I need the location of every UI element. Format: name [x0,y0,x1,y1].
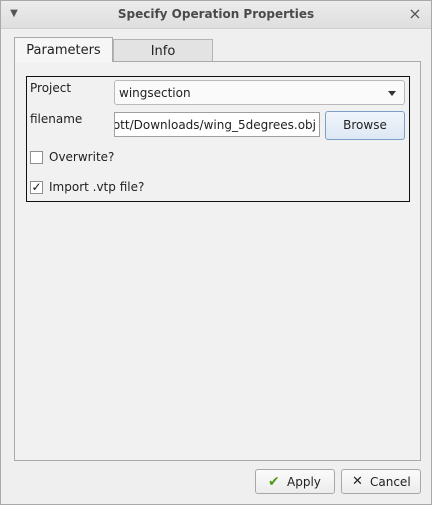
import-vtp-checkbox[interactable]: ✓ [30,181,43,194]
window-title: Specify Operation Properties [117,7,315,21]
project-label: Project [30,81,72,95]
cancel-label: Cancel [370,475,411,489]
checkmark-icon: ✔ [268,474,280,490]
cancel-button[interactable]: ✕ Cancel [341,469,421,494]
overwrite-checkbox[interactable] [30,151,43,164]
filename-field[interactable]: llott/Downloads/wing_5degrees.obj [114,112,320,137]
title-bar: ▼ Specify Operation Properties × [1,1,431,29]
project-combobox[interactable]: wingsection [114,80,405,105]
chevron-down-icon [388,91,396,96]
apply-button[interactable]: ✔ Apply [255,469,335,494]
close-icon[interactable]: × [407,5,423,23]
dialog-window: ▼ Specify Operation Properties × Paramet… [0,0,432,505]
filename-value: llott/Downloads/wing_5degrees.obj [114,118,316,132]
browse-button[interactable]: Browse [325,111,405,140]
parameters-tab-pane: Project wingsection filename llott/Downl… [14,61,421,461]
overwrite-label: Overwrite? [49,150,115,164]
import-vtp-label: Import .vtp file? [49,180,145,194]
apply-label: Apply [287,475,321,489]
tab-info[interactable]: Info [113,39,213,62]
parameters-group: Project wingsection filename llott/Downl… [26,76,410,202]
x-icon: ✕ [352,474,363,489]
project-value: wingsection [119,86,191,100]
tab-parameters[interactable]: Parameters [14,37,113,62]
import-vtp-row[interactable]: ✓ Import .vtp file? [30,180,170,197]
filename-label: filename [30,112,83,126]
overwrite-row[interactable]: Overwrite? [30,150,150,167]
